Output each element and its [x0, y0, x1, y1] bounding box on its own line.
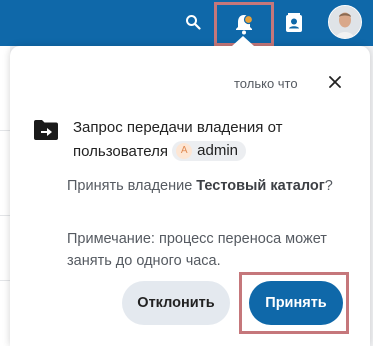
close-icon	[329, 76, 341, 88]
search-button[interactable]	[180, 9, 206, 35]
close-button[interactable]	[326, 73, 344, 91]
page-background	[0, 46, 10, 346]
notification-title: Запрос передачи владения от пользователя…	[73, 116, 343, 164]
notification-timestamp: только что	[234, 76, 298, 91]
question-suffix: ?	[324, 178, 333, 194]
contacts-icon	[286, 13, 302, 32]
divider	[0, 130, 10, 131]
notification-popover: только что Запрос передачи владения от п…	[10, 46, 370, 346]
user-chip-avatar: A	[176, 143, 193, 160]
divider	[0, 215, 10, 216]
decline-button[interactable]: Отклонить	[122, 281, 230, 325]
folder-move-icon	[34, 120, 58, 140]
contacts-button[interactable]	[280, 9, 308, 37]
notification-question: Принять владение Тестовый каталог?	[67, 178, 357, 194]
accept-button[interactable]: Принять	[249, 281, 343, 325]
user-avatar[interactable]	[328, 5, 362, 39]
avatar-photo	[329, 6, 361, 38]
folder-name: Тестовый каталог	[196, 178, 325, 194]
top-header-bar	[0, 0, 373, 46]
search-icon	[186, 15, 201, 30]
divider	[0, 280, 10, 281]
bell-icon	[236, 14, 254, 35]
notification-note: Примечание: процесс переноса может занят…	[67, 231, 327, 269]
user-chip[interactable]: A admin	[172, 141, 247, 162]
user-chip-name: admin	[197, 142, 239, 160]
popover-caret	[232, 36, 254, 46]
question-prefix: Принять владение	[67, 178, 193, 194]
